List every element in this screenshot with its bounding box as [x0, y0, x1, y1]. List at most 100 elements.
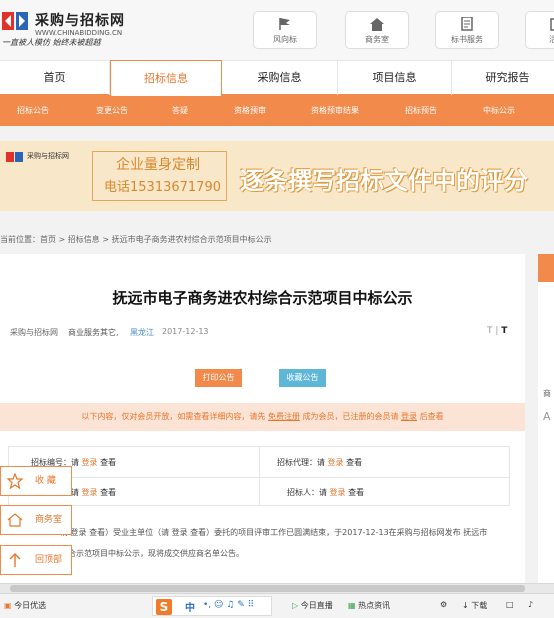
font-large-button[interactable]: T [501, 326, 507, 336]
right-sidebar-tab[interactable] [538, 254, 554, 282]
subnav-item-change-notice[interactable]: 变更公告 [96, 96, 128, 126]
row2-left-label: 请 [71, 488, 79, 497]
breadcrumb[interactable]: 当前位置：首页 > 招标信息 > 抚远市电子商务进农村综合示范项目中标公示 [0, 234, 272, 245]
notice-prefix: 以下内容，仅对会员开放，如需查看详细内容，请先 [81, 412, 266, 421]
subnav-item-prequal-result[interactable]: 资格预审结果 [311, 96, 359, 126]
agent-label: 招标代理：请 [277, 458, 325, 467]
nav-item-purchase-info[interactable]: 采购信息 [222, 61, 338, 95]
subnav-item-qa[interactable]: 答疑 [172, 96, 188, 126]
sound-icon[interactable]: ♪ [528, 600, 533, 609]
today-live-label: 今日直播 [300, 601, 333, 610]
bag-icon: ▣ [4, 601, 12, 610]
float-back-to-top-button[interactable]: 回顶部 [0, 545, 72, 575]
browser-status-bar: ▣ 今日优选 S 中 •, ☺ ♫ ✎ ⠿ ▷ 今日直播 ▦ 热点资讯 ⚙ ↓ … [0, 593, 554, 618]
row2-left-cell: 请 登录 查看 [71, 487, 116, 498]
login-link[interactable]: 登录 [328, 458, 344, 467]
notice-mid: 成为会员，已注册的会员请 [302, 412, 399, 421]
subnav-item-bid-preview[interactable]: 招标预告 [405, 96, 437, 126]
float-button-label: 收 藏 [35, 476, 56, 486]
logo-en-text: WWW.CHINABIDDING.CN [35, 29, 123, 37]
quick-button-activity[interactable]: 活动 [525, 11, 554, 49]
float-favorite-button[interactable]: 收 藏 [0, 466, 72, 496]
view-text: 查看 [100, 458, 117, 467]
article-category: 商业服务其它, [68, 328, 119, 337]
scrollbar-thumb[interactable] [10, 585, 525, 592]
view-text: 查看 [100, 488, 117, 497]
tool-icon[interactable]: ⚙ [440, 600, 447, 609]
quick-button-label: 商务室 [365, 35, 389, 44]
right-sidebar-text: 商 [543, 389, 551, 398]
horizontal-scrollbar[interactable] [0, 583, 554, 593]
home-icon [370, 18, 384, 31]
quick-button-label: 标书服务 [451, 35, 483, 44]
news-icon: ▦ [348, 601, 356, 610]
input-method-bar[interactable]: S 中 •, ☺ ♫ ✎ ⠿ [152, 596, 272, 616]
float-button-label: 回顶部 [35, 555, 63, 565]
sogou-ime-icon: S [156, 599, 172, 615]
today-picks[interactable]: ▣ 今日优选 [4, 600, 46, 611]
today-live[interactable]: ▷ 今日直播 [292, 600, 333, 611]
subnav-item-bid-notice[interactable]: 招标公告 [17, 96, 49, 126]
login-link[interactable]: 登录 [82, 488, 98, 497]
article-paragraph-2: 综合示范项目中标公示，现将成交供应商名单公告。 [60, 549, 244, 558]
article-date: 2017-12-13 [162, 327, 209, 336]
table-divider [259, 447, 260, 505]
logo-mark-icon [2, 12, 28, 30]
hot-news[interactable]: ▦ 热点资讯 [348, 600, 390, 611]
quick-button-label: 活动 [549, 35, 554, 44]
play-icon: ▷ [292, 601, 299, 610]
banner-slogan: 逐条撰写招标文件中的评分 [240, 167, 528, 195]
view-text: 查看 [348, 488, 365, 497]
login-link[interactable]: 登录 [330, 488, 346, 497]
download[interactable]: ↓ 下载 [462, 600, 487, 611]
document-icon [461, 17, 473, 31]
today-picks-label: 今日优选 [14, 601, 47, 610]
print-button[interactable]: 打印公告 [195, 369, 242, 387]
article-region[interactable]: 黑龙江 [130, 327, 154, 338]
arrow-up-icon [9, 553, 21, 567]
logo-slogan: 一直被人模仿 始终未被超越 [2, 38, 101, 47]
article-title: 抚远市电子商务进农村综合示范项目中标公示 [112, 289, 413, 307]
subnav-item-award-notice[interactable]: 中标公示 [483, 96, 515, 126]
star-icon [7, 473, 23, 489]
article-source: 采购与招标网 [10, 328, 58, 337]
download-label: 下载 [471, 601, 488, 610]
ime-mode[interactable]: 中 [185, 599, 195, 614]
page: 采购与招标网 WWW.CHINABIDDING.CN 一直被人模仿 始终未被超越… [0, 0, 554, 618]
member-notice: 以下内容，仅对会员开放，如需查看详细内容，请先 免费注册 成为会员，已注册的会员… [0, 403, 525, 431]
banner-line-2: 电话15313671790 [104, 180, 221, 195]
site-header: 采购与招标网 WWW.CHINABIDDING.CN 一直被人模仿 始终未被超越… [0, 0, 554, 60]
site-logo[interactable]: 采购与招标网 WWW.CHINABIDDING.CN 一直被人模仿 始终未被超越 [2, 8, 142, 52]
bid-info-table: 招标编号：请 登录 查看 招标代理：请 登录 查看 请 登录 查看 招标人：请 … [8, 446, 510, 506]
view-text: 查看 [346, 458, 363, 467]
article-paragraph-1: 请 登录 查看）受业主单位（请 登录 查看）委托的项目评审工作已圆满结束，于20… [60, 528, 488, 537]
quick-button-bid-service[interactable]: 标书服务 [435, 11, 499, 49]
ad-banner[interactable]: 采购与招标网 企业量身定制 电话15313671790 逐条撰写招标文件中的评分 [0, 141, 554, 211]
window-icon[interactable]: □ [506, 600, 514, 609]
quick-button-business-room[interactable]: 商务室 [345, 11, 409, 49]
favorite-button[interactable]: 收藏公告 [279, 369, 326, 387]
right-sidebar-text: A [543, 410, 551, 423]
download-icon: ↓ [462, 601, 469, 610]
nav-item-project-info[interactable]: 项目信息 [338, 61, 452, 95]
banner-logo: 采购与招标网 [6, 151, 86, 165]
subnav-item-prequal[interactable]: 资格预审 [234, 96, 266, 126]
nav-item-bidding-info[interactable]: 招标信息 [110, 60, 222, 97]
banner-logo-text: 采购与招标网 [27, 152, 69, 160]
float-business-room-button[interactable]: 商务室 [0, 505, 72, 535]
agent-cell: 招标代理：请 登录 查看 [277, 457, 362, 468]
quick-button-fengxiangbiao[interactable]: 风向标 [253, 11, 317, 49]
flag-icon [279, 18, 290, 30]
tenderer-cell: 招标人：请 登录 查看 [287, 487, 364, 498]
nav-item-research-report[interactable]: 研究报告 [452, 61, 554, 95]
font-small-button[interactable]: T [487, 326, 493, 336]
login-link[interactable]: 登录 [82, 458, 98, 467]
calendar-icon [550, 18, 554, 31]
quick-button-label: 风向标 [273, 35, 297, 44]
nav-item-home[interactable]: 首页 [0, 61, 110, 95]
login-link[interactable]: 登录 [401, 412, 417, 421]
tenderer-label: 招标人：请 [287, 488, 327, 497]
logo-cn-text: 采购与招标网 [35, 13, 125, 29]
register-link[interactable]: 免费注册 [268, 412, 300, 421]
ime-toolbar-icons: •, ☺ ♫ ✎ ⠿ [203, 600, 255, 610]
